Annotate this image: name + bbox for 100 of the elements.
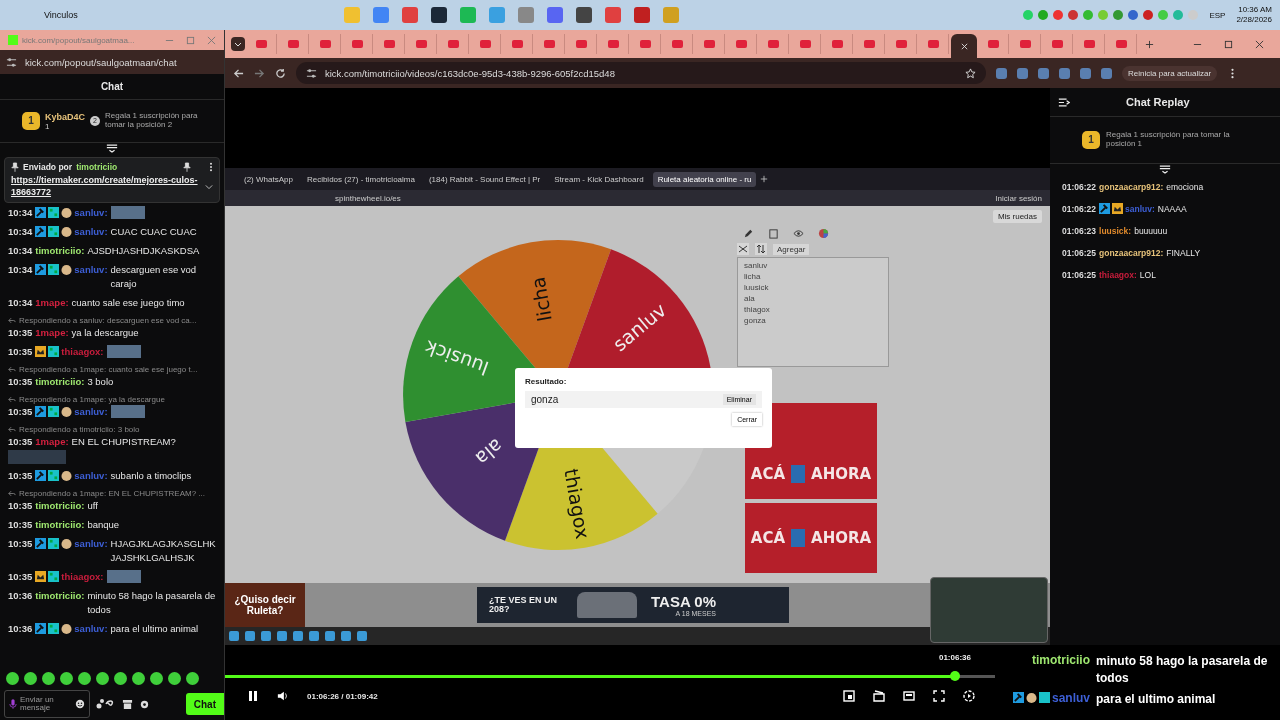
settings-icon[interactable] — [139, 698, 150, 710]
username[interactable]: sanluv: — [74, 225, 108, 240]
emote-icon[interactable] — [168, 672, 181, 685]
url-text[interactable]: kick.com/popout/saulgoatmaan/chat — [25, 56, 177, 68]
pin-icon[interactable] — [183, 162, 191, 172]
username[interactable]: thiaagox: — [1099, 268, 1137, 282]
maximize-icon[interactable] — [1224, 39, 1233, 49]
collapse-icon[interactable] — [106, 144, 118, 153]
tray-icon[interactable] — [1113, 10, 1124, 20]
username[interactable]: sanluv: — [1125, 202, 1155, 216]
collapse-panel-icon[interactable] — [1058, 97, 1070, 107]
miniplayer-icon[interactable] — [843, 690, 855, 702]
tray-icon[interactable] — [1053, 10, 1064, 20]
emote-icon[interactable] — [24, 672, 37, 685]
address-bar[interactable]: kick.com/timotriciio/videos/c163dc0e-95d3-438b-9296-605f2cd15d48 — [296, 62, 986, 84]
collapse-icon[interactable] — [1159, 165, 1171, 174]
extension-icon[interactable] — [996, 67, 1007, 79]
username[interactable]: sanluv: — [74, 405, 108, 420]
playback-speed-icon[interactable] — [963, 690, 975, 702]
username[interactable]: sanluv: — [74, 469, 108, 484]
back-icon[interactable] — [233, 67, 244, 79]
active-tab[interactable] — [951, 34, 977, 58]
tray-icon[interactable] — [1068, 10, 1079, 20]
pinned-link[interactable]: https://tiermaker.com/create/mejores-culos-18663772 — [11, 175, 199, 199]
username[interactable]: thiaagox: — [61, 345, 104, 360]
new-tab-icon[interactable] — [1145, 39, 1154, 49]
tab-search-icon[interactable] — [231, 37, 245, 51]
emote-icon[interactable] — [150, 672, 163, 685]
color-wheel-icon[interactable] — [818, 228, 829, 239]
username[interactable]: timotriciio: — [35, 518, 85, 533]
seek-handle[interactable] — [949, 671, 960, 681]
browser-tab[interactable]: Stream - Kick Dashboard — [549, 171, 649, 187]
username[interactable]: timotriciio: — [35, 244, 85, 259]
clip-icon[interactable] — [873, 690, 885, 702]
app-icon[interactable] — [576, 7, 592, 23]
emote-icon[interactable] — [60, 672, 73, 685]
username[interactable]: sanluv: — [74, 622, 108, 637]
clock[interactable]: 10:36 AM 2/28/2026 — [1236, 5, 1272, 25]
extension-icon[interactable] — [1059, 67, 1070, 79]
username[interactable]: thiaagox: — [61, 570, 104, 585]
username[interactable]: timotriciio — [76, 162, 179, 172]
username[interactable]: gonzaacarp912: — [1099, 246, 1164, 260]
update-button[interactable]: Reinicia para actualizar — [1122, 65, 1218, 81]
language-indicator[interactable]: ESP — [1209, 10, 1226, 20]
browser-tab[interactable]: Recibidos (27) - timotricioalma — [301, 171, 420, 187]
tray-icon[interactable] — [1083, 10, 1094, 20]
my-wheels-button[interactable]: Mis ruedas — [992, 209, 1042, 223]
url-text[interactable]: spinthewheel.io/es — [335, 193, 401, 203]
reload-icon[interactable] — [275, 67, 286, 79]
sign-in-link[interactable]: Iniciar sesión — [995, 193, 1042, 203]
username[interactable]: 1mape: — [35, 435, 69, 450]
app-icon[interactable] — [431, 7, 447, 23]
browser-tab[interactable]: (184) Rabbit - Sound Effect | Pr — [423, 171, 546, 187]
pause-icon[interactable] — [247, 690, 259, 702]
browser-tab[interactable]: (2) WhatsApp — [239, 171, 298, 187]
shuffle-icon[interactable] — [737, 243, 749, 255]
emoji-icon[interactable] — [75, 699, 85, 709]
microphone-icon[interactable] — [9, 698, 17, 710]
site-settings-icon[interactable] — [306, 67, 317, 79]
store-icon[interactable] — [122, 698, 133, 710]
emote-icon[interactable] — [186, 672, 199, 685]
clipboard-icon[interactable] — [768, 228, 779, 239]
username[interactable]: sanluv: — [74, 537, 108, 552]
chat-send-button[interactable]: Chat — [185, 693, 224, 715]
username[interactable]: sanluv: — [74, 206, 108, 221]
emote-icon[interactable] — [6, 672, 19, 685]
extension-icon[interactable] — [1017, 67, 1028, 79]
username[interactable]: 1mape: — [35, 296, 69, 311]
username[interactable]: timotriciio: — [35, 375, 85, 390]
eye-icon[interactable] — [793, 228, 804, 239]
site-settings-icon[interactable] — [6, 56, 17, 68]
close-icon[interactable] — [1255, 39, 1264, 49]
emote-icon[interactable] — [96, 672, 109, 685]
entries-textarea[interactable]: sanluv licha luusick ala thiagox gonza — [737, 257, 889, 367]
browser-tab[interactable]: Ruleta aleatoria online - ru — [652, 171, 757, 187]
forward-icon[interactable] — [254, 67, 265, 79]
emote-icon[interactable] — [114, 672, 127, 685]
emote-icon[interactable] — [132, 672, 145, 685]
tray-icon[interactable] — [1038, 10, 1049, 20]
username[interactable]: 1mape: — [35, 326, 69, 341]
points-icon[interactable] — [96, 698, 116, 710]
message-input[interactable]: Enviar un mensaje — [4, 690, 90, 718]
chevron-down-icon[interactable] — [205, 183, 213, 190]
fullscreen-icon[interactable] — [933, 690, 945, 702]
sort-icon[interactable] — [755, 243, 767, 255]
username[interactable]: timotriciio: — [35, 589, 85, 604]
username[interactable]: sanluv: — [74, 263, 108, 278]
username[interactable]: timotriciio: — [35, 499, 85, 514]
extension-icon[interactable] — [1038, 67, 1049, 79]
more-icon[interactable] — [209, 162, 213, 172]
emote-icon[interactable] — [78, 672, 91, 685]
tray-icon[interactable] — [1128, 10, 1139, 20]
extension-icon[interactable] — [1080, 67, 1091, 79]
bookmark-star-icon[interactable] — [965, 67, 976, 79]
theater-mode-icon[interactable] — [903, 690, 915, 702]
volume-icon[interactable] — [277, 690, 289, 702]
pencil-icon[interactable] — [743, 228, 754, 239]
username[interactable]: gonzaacarp912: — [1099, 180, 1164, 194]
extension-icon[interactable] — [1101, 67, 1112, 79]
username[interactable]: luusick: — [1099, 224, 1132, 238]
